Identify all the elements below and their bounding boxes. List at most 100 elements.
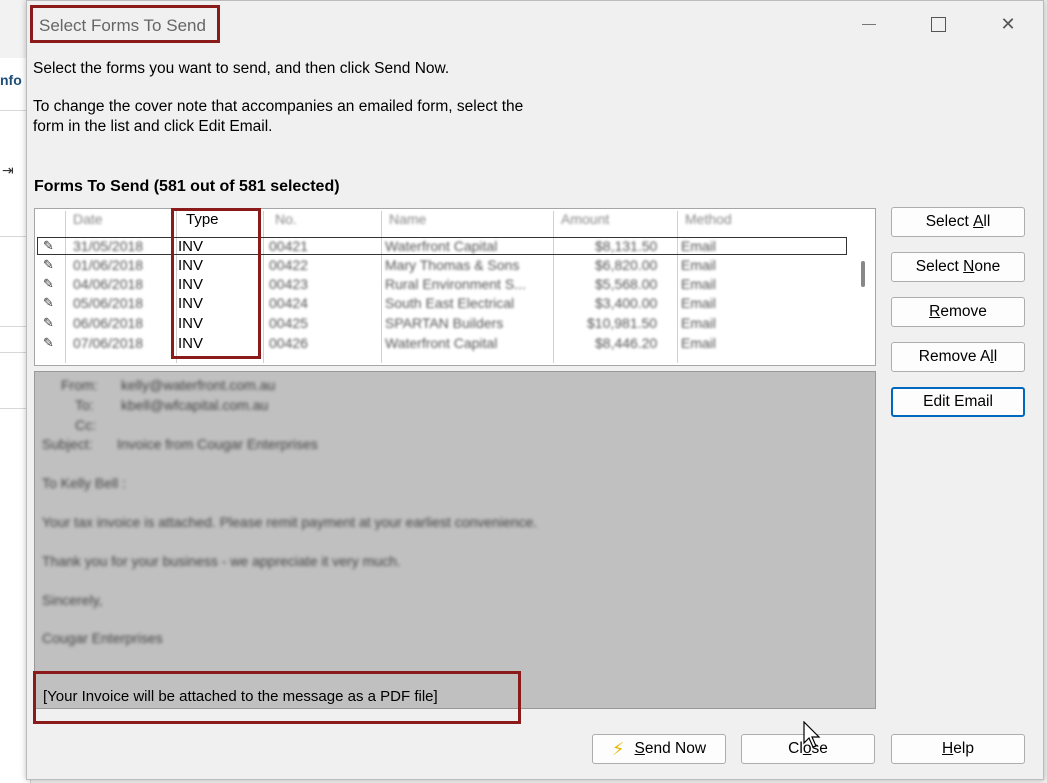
row-number: 00425	[269, 315, 308, 331]
row-date: 01/06/2018	[73, 257, 144, 273]
button-mnemonic: A	[973, 213, 984, 230]
button-label: emove	[940, 303, 987, 320]
column-header-date[interactable]: Date	[73, 211, 103, 231]
column-header-amount[interactable]: Amount	[561, 211, 609, 231]
preview-greeting: To Kelly Bell :	[42, 475, 127, 491]
row-name: Waterfront Capital	[385, 238, 498, 254]
table-row[interactable]: ✎ 01/06/2018 INV 00422 Mary Thomas & Son…	[35, 256, 795, 275]
button-label: Select	[925, 213, 974, 230]
maximize-icon	[930, 16, 946, 32]
pencil-icon: ✎	[43, 295, 54, 310]
preview-to-value: kbell@wfcapital.com.au	[121, 397, 269, 413]
edit-email-button[interactable]: Edit Email	[891, 387, 1025, 417]
table-row[interactable]: ✎ 31/05/2018 INV 00421 Waterfront Capita…	[35, 237, 795, 256]
row-number: 00426	[269, 335, 308, 351]
row-date: 04/06/2018	[73, 276, 144, 292]
table-row[interactable]: ✎ 05/06/2018 INV 00424 South East Electr…	[35, 294, 795, 313]
table-row[interactable]: ✎ 06/06/2018 INV 00425 SPARTAN Builders …	[35, 314, 795, 333]
row-amount: $10,981.50	[587, 315, 658, 331]
button-mnemonic: N	[963, 258, 975, 275]
select-all-button[interactable]: Select All	[891, 207, 1025, 237]
row-method: Email	[681, 315, 717, 331]
row-number: 00424	[269, 295, 308, 311]
row-method: Email	[681, 295, 717, 311]
row-number: 00423	[269, 276, 308, 292]
table-row[interactable]: ✎ 04/06/2018 INV 00423 Rural Environment…	[35, 275, 795, 294]
title-highlight	[30, 5, 220, 43]
select-forms-dialog: Select Forms To Send ✕ Select the forms …	[26, 0, 1044, 780]
row-method: Email	[681, 238, 717, 254]
tab-arrow-icon: ⇥	[2, 162, 14, 178]
button-label: ll	[983, 213, 991, 230]
select-none-button[interactable]: Select None	[891, 252, 1025, 282]
button-label: Remove A	[918, 348, 991, 365]
row-name: Waterfront Capital	[385, 335, 498, 351]
row-amount: $8,131.50	[595, 238, 658, 254]
pencil-icon: ✎	[43, 257, 54, 272]
row-name: South East Electrical	[385, 295, 515, 311]
preview-from-label: From:	[61, 377, 98, 393]
row-date: 07/06/2018	[73, 335, 144, 351]
pencil-icon: ✎	[43, 335, 54, 350]
preview-body-line: Thank you for your business - we appreci…	[42, 553, 401, 569]
row-date: 31/05/2018	[73, 238, 144, 254]
preview-closing: Sincerely,	[42, 592, 103, 608]
preview-from-value: kelly@waterfront.com.au	[121, 377, 276, 393]
cover-note-instruction: To change the cover note that accompanie…	[33, 98, 524, 135]
row-amount: $3,400.00	[595, 295, 658, 311]
maximize-button[interactable]	[918, 9, 958, 39]
lightning-icon: ⚡	[611, 738, 625, 759]
button-label: l	[993, 348, 998, 365]
remove-button[interactable]: Remove	[891, 297, 1025, 327]
help-button[interactable]: Help	[891, 734, 1025, 764]
preview-signature: Cougar Enterprises	[42, 630, 163, 646]
row-number: 00421	[269, 238, 308, 254]
background-partial-text: nfo	[0, 72, 22, 88]
column-header-no[interactable]: No.	[275, 211, 297, 231]
mouse-cursor-icon	[803, 721, 821, 748]
pencil-icon: ✎	[43, 276, 54, 291]
attachment-note-highlight	[33, 671, 521, 724]
forms-list[interactable]: Date Type No. Name Amount Method ✎ 31/05…	[34, 208, 876, 366]
title-bar[interactable]: Select Forms To Send ✕	[27, 1, 1043, 47]
preview-to-label: To:	[75, 397, 94, 413]
row-date: 06/06/2018	[73, 315, 144, 331]
row-number: 00422	[269, 257, 308, 273]
row-method: Email	[681, 335, 717, 351]
close-icon: ✕	[1000, 13, 1016, 34]
button-label: end Now	[644, 740, 707, 757]
minimize-icon	[862, 23, 876, 25]
send-now-button[interactable]: ⚡ Send Now	[592, 734, 726, 764]
table-row[interactable]: ✎ 07/06/2018 INV 00426 Waterfront Capita…	[35, 334, 795, 353]
button-label: elp	[953, 740, 974, 757]
row-name: SPARTAN Builders	[385, 315, 504, 331]
row-amount: $5,568.00	[595, 276, 658, 292]
button-mnemonic: H	[942, 740, 954, 757]
preview-cc-label: Cc:	[75, 417, 96, 433]
email-preview: From: kelly@waterfront.com.au To: kbell@…	[34, 371, 876, 709]
row-amount: $6,820.00	[595, 257, 658, 273]
row-method: Email	[681, 257, 717, 273]
button-mnemonic: S	[634, 740, 645, 757]
row-method: Email	[681, 276, 717, 292]
preview-body-line: Your tax invoice is attached. Please rem…	[42, 514, 538, 530]
remove-all-button[interactable]: Remove All	[891, 342, 1025, 372]
row-date: 05/06/2018	[73, 295, 144, 311]
column-header-method[interactable]: Method	[685, 211, 732, 231]
minimize-button[interactable]	[849, 9, 889, 39]
row-name: Mary Thomas & Sons	[385, 257, 520, 273]
close-window-button[interactable]: ✕	[988, 9, 1028, 39]
forms-list-title: Forms To Send (581 out of 581 selected)	[34, 178, 340, 195]
button-mnemonic: R	[929, 303, 941, 320]
preview-subject-label: Subject:	[42, 436, 93, 452]
row-amount: $8,446.20	[595, 335, 658, 351]
pencil-icon: ✎	[43, 315, 54, 330]
list-scrollbar-thumb[interactable]	[861, 261, 865, 287]
pencil-icon: ✎	[43, 238, 54, 253]
preview-subject-value: Invoice from Cougar Enterprises	[117, 436, 318, 452]
column-header-name[interactable]: Name	[389, 211, 426, 231]
button-label: one	[974, 258, 1001, 275]
instruction-text: Select the forms you want to send, and t…	[33, 60, 450, 77]
button-label: Cl	[788, 740, 803, 757]
type-column-highlight	[171, 208, 261, 359]
